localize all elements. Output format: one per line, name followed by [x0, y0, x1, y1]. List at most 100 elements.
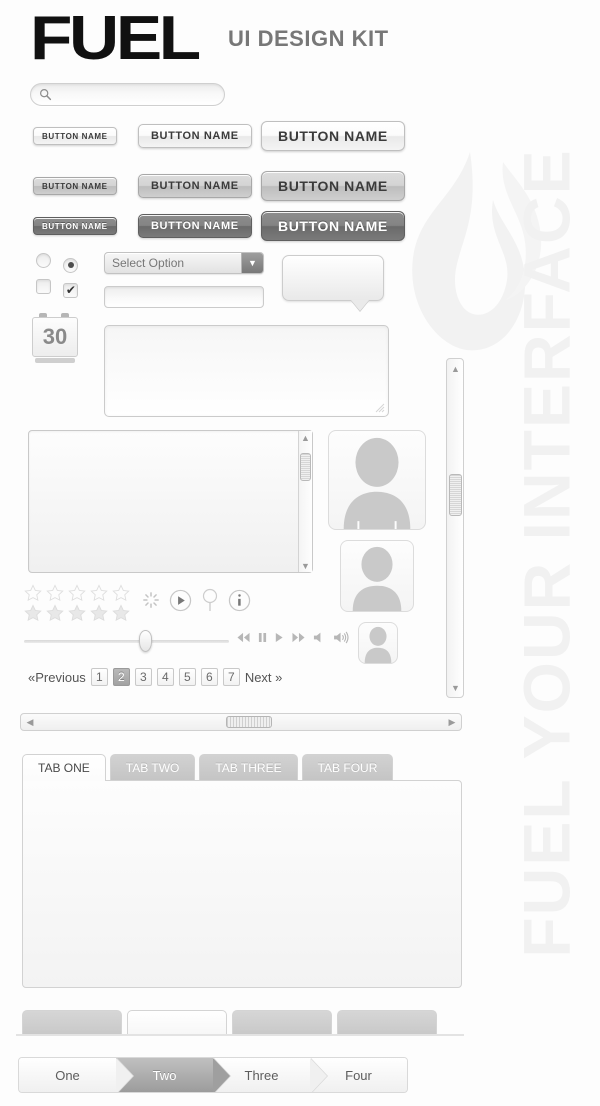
tab-stub-divider: [16, 1034, 464, 1036]
text-field[interactable]: [104, 286, 264, 308]
radio-unselected[interactable]: [36, 253, 51, 268]
radio-group: [36, 253, 79, 273]
slider-track[interactable]: [24, 640, 229, 643]
search-icon: [40, 89, 52, 101]
vertical-scrollbar[interactable]: ▲ ▼: [298, 431, 312, 572]
scroll-down-icon[interactable]: ▼: [300, 559, 312, 572]
button-light-large[interactable]: BUTTON NAME: [261, 121, 405, 151]
radio-selected[interactable]: [63, 257, 79, 273]
pagination-previous[interactable]: «Previous: [28, 670, 86, 685]
pagination-page-1[interactable]: 1: [90, 668, 108, 686]
fast-forward-icon[interactable]: [291, 631, 306, 644]
pagination-page-7[interactable]: 7: [222, 668, 240, 686]
button-row-dark: BUTTON NAME BUTTON NAME BUTTON NAME: [33, 211, 433, 241]
tab-content-panel: [22, 780, 462, 988]
avatar-small: [358, 622, 398, 664]
pagination-next[interactable]: Next »: [245, 670, 283, 685]
scroll-down-icon[interactable]: ▼: [449, 681, 462, 694]
breadcrumb-label-one: One: [55, 1067, 80, 1083]
star-filled-icon[interactable]: [90, 604, 108, 622]
button-row-light: BUTTON NAME BUTTON NAME BUTTON NAME: [33, 121, 433, 151]
radio-dot: [67, 262, 74, 268]
button-mid-medium[interactable]: BUTTON NAME: [138, 174, 252, 198]
info-circle-icon[interactable]: [228, 589, 251, 612]
rating-stars-filled[interactable]: [24, 604, 130, 622]
star-outline-icon[interactable]: [46, 584, 64, 602]
star-outline-icon[interactable]: [24, 584, 42, 602]
range-slider[interactable]: [24, 630, 229, 652]
button-dark-large[interactable]: BUTTON NAME: [261, 211, 405, 241]
resize-grip-icon[interactable]: [375, 403, 385, 413]
tab-stub-4[interactable]: [337, 1010, 437, 1034]
text-input[interactable]: [105, 287, 263, 307]
tab-three[interactable]: TAB THREE: [199, 754, 298, 781]
breadcrumb-step-one[interactable]: One: [19, 1058, 134, 1092]
pagination-page-6[interactable]: 6: [200, 668, 218, 686]
button-dark-medium[interactable]: BUTTON NAME: [138, 214, 252, 238]
star-filled-icon[interactable]: [24, 604, 42, 622]
pagination-page-3[interactable]: 3: [134, 668, 152, 686]
media-transport-controls: [236, 631, 350, 644]
breadcrumb-label-three: Three: [244, 1067, 279, 1083]
tab-bar: TAB ONE TAB TWO TAB THREE TAB FOUR: [22, 754, 397, 781]
tab-stub-3[interactable]: [232, 1010, 332, 1034]
pause-icon[interactable]: [258, 631, 267, 644]
standalone-scrollbar[interactable]: ▲ ▼: [446, 358, 464, 698]
star-outline-icon[interactable]: [90, 584, 108, 602]
scroll-right-icon[interactable]: ▶: [446, 716, 458, 729]
tab-one[interactable]: TAB ONE: [22, 754, 106, 781]
play-icon[interactable]: [274, 631, 284, 644]
star-filled-icon[interactable]: [46, 604, 64, 622]
check-icon: ✔: [65, 283, 76, 297]
horizontal-scrollbar[interactable]: ◀ ▶: [20, 713, 462, 731]
tab-four[interactable]: TAB FOUR: [301, 754, 394, 781]
button-light-small[interactable]: BUTTON NAME: [33, 127, 117, 145]
volume-icon[interactable]: [333, 631, 350, 644]
calendar-icon[interactable]: 30: [32, 313, 78, 363]
play-circle-icon[interactable]: [169, 589, 192, 612]
scroll-up-icon[interactable]: ▲: [300, 431, 312, 444]
star-outline-icon[interactable]: [112, 584, 130, 602]
breadcrumb-label-two: Two: [152, 1067, 177, 1083]
button-mid-small[interactable]: BUTTON NAME: [33, 177, 117, 195]
search-input[interactable]: [52, 87, 216, 102]
calendar-day: 30: [32, 317, 78, 357]
star-filled-icon[interactable]: [68, 604, 86, 622]
breadcrumb-label-four: Four: [345, 1067, 372, 1083]
pagination-page-5[interactable]: 5: [178, 668, 196, 686]
mute-icon[interactable]: [313, 631, 326, 644]
textarea-field[interactable]: [104, 325, 389, 417]
scroll-left-icon[interactable]: ◀: [24, 716, 36, 729]
textarea-input[interactable]: [105, 326, 388, 416]
select-value: Select Option: [112, 256, 185, 270]
checkbox-unchecked[interactable]: [36, 279, 51, 294]
scroll-up-icon[interactable]: ▲: [449, 362, 462, 375]
checkbox-checked[interactable]: ✔: [63, 282, 79, 298]
scrollbar-thumb[interactable]: [449, 474, 462, 516]
tab-two[interactable]: TAB TWO: [109, 754, 196, 781]
pagination-page-4[interactable]: 4: [156, 668, 174, 686]
star-outline-icon[interactable]: [68, 584, 86, 602]
loading-spinner-icon: [143, 592, 159, 608]
star-filled-icon[interactable]: [112, 604, 130, 622]
button-light-medium[interactable]: BUTTON NAME: [138, 124, 252, 148]
map-pin-icon[interactable]: [201, 588, 219, 612]
scroll-panel[interactable]: ▲ ▼: [28, 430, 313, 573]
page-title: UI DESIGN KIT: [228, 26, 389, 51]
chevron-down-icon[interactable]: ▼: [241, 253, 263, 273]
slider-knob[interactable]: [139, 630, 152, 652]
hscrollbar-thumb[interactable]: [226, 716, 272, 728]
select-dropdown[interactable]: Select Option ▼: [104, 252, 264, 274]
search-field[interactable]: [30, 83, 225, 106]
icon-cluster: [142, 588, 251, 612]
button-mid-large[interactable]: BUTTON NAME: [261, 171, 405, 201]
rating-stars-empty[interactable]: [24, 584, 130, 602]
tab-stub-1[interactable]: [22, 1010, 122, 1034]
tab-stub-2[interactable]: [127, 1010, 227, 1034]
breadcrumb: One Two Three Four: [18, 1057, 408, 1093]
pagination-page-2[interactable]: 2: [112, 668, 130, 686]
scrollbar-thumb[interactable]: [300, 453, 311, 481]
button-dark-small[interactable]: BUTTON NAME: [33, 217, 117, 235]
rewind-icon[interactable]: [236, 631, 251, 644]
checkbox-group: ✔: [36, 279, 79, 299]
